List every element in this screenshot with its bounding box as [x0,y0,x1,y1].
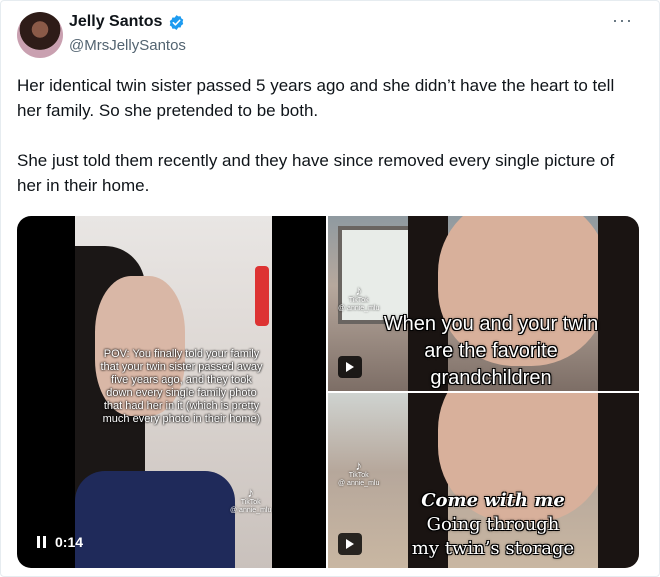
media-grid: POV: You finally told your family that y… [17,216,639,568]
video-caption: Come with me Going through my twin’s sto… [368,489,618,561]
video-frame: POV: You finally told your family that y… [75,216,272,568]
video-time: 0:14 [55,534,84,550]
author-row: Jelly Santos [69,13,185,31]
video-sweater [75,471,235,568]
pause-icon[interactable] [37,536,47,548]
caption-line: grandchildren [430,367,552,389]
tweet-paragraph: Her identical twin sister passed 5 years… [17,76,615,120]
tiktok-label: TikTok [348,472,369,479]
tweet-paragraph: She just told them recently and they hav… [17,151,615,195]
tiktok-icon: ♪ [247,485,254,500]
tiktok-watermark: ♪ TikTok @ annie_mlu [338,459,379,488]
video-caption: POV: You finally told your family that y… [100,348,263,425]
caption-line: are the favorite [424,340,558,362]
tweet-card: Jelly Santos @MrsJellySantos ··· Her ide… [0,0,660,577]
caption-line: my twin’s storage [411,538,575,559]
video-decor [255,266,269,326]
tiktok-label: TikTok [348,297,369,304]
avatar[interactable] [17,12,63,58]
author-name[interactable]: Jelly Santos [69,13,162,31]
author-handle[interactable]: @MrsJellySantos [69,37,186,54]
caption-line: Going through [426,514,560,535]
play-icon[interactable] [338,533,362,555]
tweet-text: Her identical twin sister passed 5 years… [17,73,637,223]
tiktok-user: @ annie_mlu [230,507,272,514]
play-icon[interactable] [338,356,362,378]
verified-badge-icon [170,14,184,30]
caption-line: When you and your twin [383,313,599,335]
tiktok-watermark: ♪ TikTok @ annie_mlu [338,284,379,313]
caption-line: Come with me [421,490,565,511]
tiktok-label: TikTok [240,499,261,506]
tiktok-icon: ♪ [355,283,362,298]
tiktok-watermark: ♪ TikTok @ annie_mlu [230,486,271,515]
video-bottom-right[interactable]: ♪ TikTok @ annie_mlu Come with me Going … [328,393,639,568]
video-top-right[interactable]: ♪ TikTok @ annie_mlu When you and your t… [328,216,639,391]
video-controls[interactable]: 0:14 [37,534,83,550]
tiktok-icon: ♪ [355,458,362,473]
video-left[interactable]: POV: You finally told your family that y… [17,216,326,568]
tiktok-user: @ annie_mlu [338,480,380,487]
video-caption: When you and your twin are the favorite … [356,311,626,391]
more-options-icon[interactable]: ··· [612,11,633,29]
